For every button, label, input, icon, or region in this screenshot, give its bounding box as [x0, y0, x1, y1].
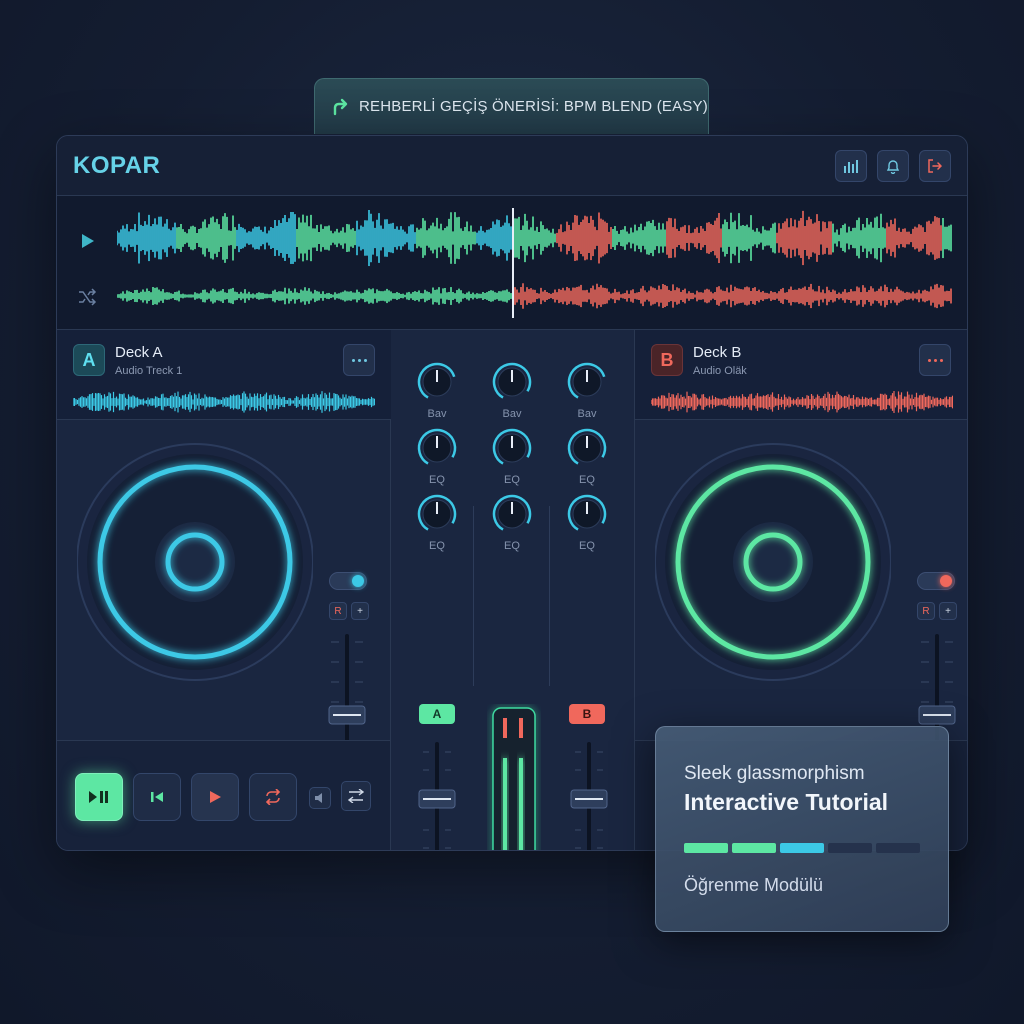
deck-a-jog-wheel[interactable]: [77, 434, 313, 686]
guided-transition-hint[interactable]: REHBERLİ GEÇİŞ ÖNERİSİ: BPM BLEND (EASY): [314, 78, 709, 134]
channel-b-volume-fader[interactable]: [569, 740, 609, 851]
waveform-tracks[interactable]: [117, 204, 953, 322]
progress-segment: [828, 843, 872, 853]
mixer-knobs[interactable]: Bav EQ EQ Bav EQ EQ Bav EQ EQ: [391, 330, 635, 570]
bell-icon: [886, 160, 900, 174]
progress-segment: [780, 843, 824, 853]
tutorial-footer: Öğrenme Modülü: [684, 875, 824, 895]
deck-a-reverse-button[interactable]: R: [329, 602, 347, 620]
deck-b-badge: B: [651, 344, 683, 376]
deck-b-sync-toggle[interactable]: [917, 572, 955, 590]
knob-label: EQ: [504, 540, 520, 552]
play-icon[interactable]: [79, 232, 97, 250]
deck-b-more-button[interactable]: [919, 344, 951, 376]
channel-a-volume-fader[interactable]: [417, 740, 457, 851]
progress-segment: [684, 843, 728, 853]
deck-a-name: Deck A: [115, 344, 163, 361]
hint-text: REHBERLİ GEÇİŞ ÖNERİSİ: BPM BLEND (EASY): [359, 98, 708, 115]
deck-b-waveform[interactable]: [651, 388, 953, 416]
volume-button[interactable]: [309, 787, 331, 809]
deck-b: B Deck B Audio Oläk R +: [635, 330, 967, 850]
deck-a-header: A Deck A Audio Treck 1: [57, 330, 391, 420]
channel-b-button[interactable]: B: [569, 704, 605, 724]
volume-icon: [315, 793, 322, 803]
notifications-button[interactable]: [877, 150, 909, 182]
deck-a-sync-toggle[interactable]: [329, 572, 367, 590]
eq-knob: Bav: [567, 362, 607, 420]
knob-label: EQ: [579, 474, 595, 486]
play-pause-icon: [89, 791, 108, 803]
deck-b-header: B Deck B Audio Oläk: [635, 330, 967, 420]
deck-b-reverse-button[interactable]: R: [917, 602, 935, 620]
eq-knob: EQ: [417, 494, 457, 552]
knob-label: Bav: [578, 408, 597, 420]
eq-knob: EQ: [492, 494, 532, 552]
tutorial-progress: [684, 727, 924, 867]
more-dots-icon: [351, 358, 367, 362]
waveform-overview[interactable]: [57, 196, 967, 330]
deck-a-badge: A: [73, 344, 105, 376]
knob-label: EQ: [429, 540, 445, 552]
deck-a-waveform[interactable]: [73, 388, 375, 416]
eq-knob: EQ: [417, 428, 457, 486]
app-header: KOPAR: [57, 136, 967, 196]
cue-button[interactable]: [133, 773, 181, 821]
knob-label: Bav: [428, 408, 447, 420]
settings-sliders-button[interactable]: [341, 781, 371, 811]
cue-icon: [151, 792, 163, 802]
knob-label: Bav: [503, 408, 522, 420]
shuffle-icon[interactable]: [77, 288, 97, 306]
logout-icon: [928, 159, 943, 173]
loop-button[interactable]: [249, 773, 297, 821]
deck-a-more-button[interactable]: [343, 344, 375, 376]
channel-a-button[interactable]: A: [419, 704, 455, 724]
eq-knob: Bav: [417, 362, 457, 420]
guided-arrow-icon: [333, 98, 348, 115]
app-logo: KOPAR: [73, 152, 161, 179]
tutorial-card[interactable]: Sleek glassmorphism Interactive Tutorial…: [655, 726, 949, 932]
logout-button[interactable]: [919, 150, 951, 182]
deck-b-plus-button[interactable]: +: [939, 602, 957, 620]
play-pause-button[interactable]: [75, 773, 123, 821]
mixer-panel: Bav EQ EQ Bav EQ EQ Bav EQ EQ A B: [391, 330, 635, 851]
knob-label: EQ: [579, 540, 595, 552]
settings-sliders-icon: [348, 789, 364, 803]
deck-b-name: Deck B: [693, 344, 742, 361]
deck-a: A Deck A Audio Treck 1 R +: [57, 330, 391, 850]
play-icon: [210, 791, 221, 803]
more-dots-icon: [927, 358, 943, 362]
eq-knob: Bav: [492, 362, 532, 420]
progress-segment: [876, 843, 920, 853]
eq-knob: EQ: [567, 494, 607, 552]
deck-a-track: Audio Treck 1: [115, 365, 183, 377]
deck-a-plus-button[interactable]: +: [351, 602, 369, 620]
knob-label: EQ: [429, 474, 445, 486]
deck-b-track: Audio Oläk: [693, 365, 747, 377]
deck-b-jog-wheel[interactable]: [655, 434, 891, 686]
stats-button[interactable]: [835, 150, 867, 182]
transport-bar: [57, 740, 391, 850]
play-button[interactable]: [191, 773, 239, 821]
knob-label: EQ: [504, 474, 520, 486]
progress-segment: [732, 843, 776, 853]
master-level-meter: [492, 707, 536, 850]
eq-knob: EQ: [492, 428, 532, 486]
eq-knob: EQ: [567, 428, 607, 486]
loop-icon: [265, 789, 281, 805]
equalizer-bars-icon: [844, 160, 858, 173]
